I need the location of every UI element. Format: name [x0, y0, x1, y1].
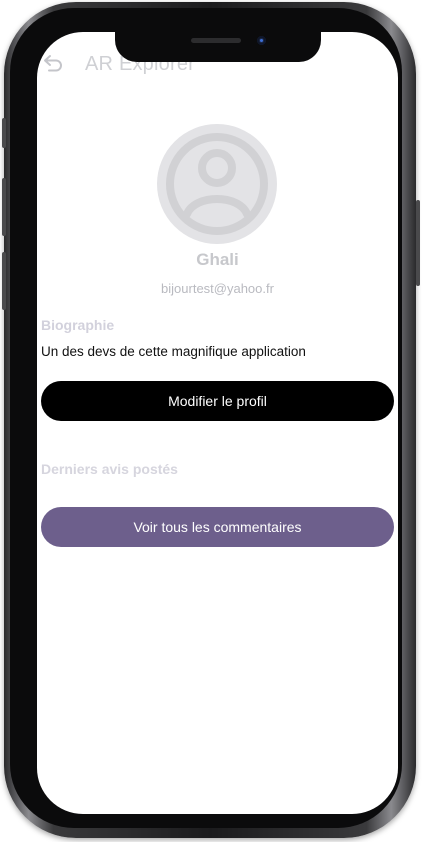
volume-up-button	[2, 178, 6, 236]
biography-text: Un des devs de cette magnifique applicat…	[41, 344, 306, 359]
recent-reviews-heading: Derniers avis postés	[41, 461, 178, 477]
user-name: Ghali	[196, 250, 239, 269]
app-screen: AR Explorer Ghali bijourtest@yahoo.fr Bi…	[37, 32, 398, 814]
volume-down-button	[2, 252, 6, 310]
edit-profile-button[interactable]: Modifier le profil	[41, 381, 394, 421]
earpiece-speaker	[191, 38, 241, 43]
biography-heading: Biographie	[41, 317, 115, 333]
back-arrow-icon[interactable]	[41, 52, 65, 76]
device-mockup: AR Explorer Ghali bijourtest@yahoo.fr Bi…	[0, 0, 422, 842]
front-camera	[257, 36, 266, 45]
mute-switch	[2, 118, 6, 148]
user-avatar-icon[interactable]	[157, 124, 277, 244]
view-all-comments-button[interactable]: Voir tous les commentaires	[41, 507, 394, 547]
power-button	[416, 200, 420, 286]
phone-notch	[115, 32, 321, 62]
user-email: bijourtest@yahoo.fr	[161, 281, 274, 296]
